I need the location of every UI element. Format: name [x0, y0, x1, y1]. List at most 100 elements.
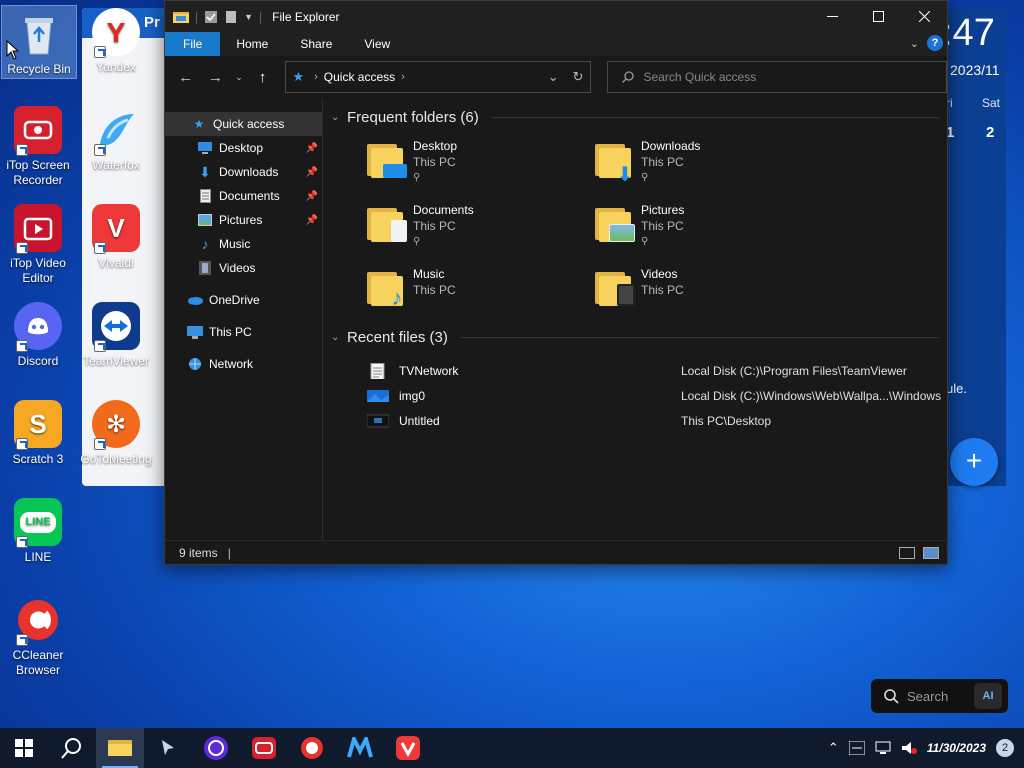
taskbar-cursor-app[interactable] [144, 728, 192, 768]
breadcrumb-quick-access[interactable]: Quick access [324, 70, 395, 84]
recent-files-header[interactable]: ⌄ Recent files (3) [331, 326, 947, 348]
close-button[interactable] [901, 1, 947, 32]
desktop-icon-ccleaner-browser[interactable]: CCleaner Browser [1, 596, 75, 678]
sidebar-item-documents[interactable]: Documents 📌 [165, 184, 322, 208]
frequent-folders-header[interactable]: ⌄ Frequent folders (6) [331, 106, 947, 128]
tab-view[interactable]: View [348, 32, 406, 56]
desktop-folder-icon [367, 140, 407, 180]
details-view-icon[interactable] [899, 546, 915, 559]
desktop-icon-label: Waterfox [92, 158, 140, 172]
taskbar-itop-app[interactable] [192, 728, 240, 768]
collapse-chevron-icon[interactable]: ⌄ [331, 112, 339, 123]
folder-tile-pictures[interactable]: Pictures This PC ⚲ [595, 202, 823, 250]
music-note-icon: ♪ [201, 236, 209, 252]
taskbar-screen-recorder[interactable] [240, 728, 288, 768]
list-item[interactable]: TVNetwork Local Disk (C:)\Program Files\… [367, 358, 947, 383]
text-file-icon [370, 362, 385, 379]
volume-muted-icon[interactable] [901, 741, 917, 755]
refresh-icon[interactable]: ↻ [573, 69, 584, 85]
address-history-chevron-icon[interactable]: ⌄ [548, 69, 559, 85]
expand-ribbon-chevron-icon[interactable]: ⌄ [910, 37, 919, 50]
desktop-icon-label: Recycle Bin [7, 62, 71, 76]
sidebar-item-onedrive[interactable]: OneDrive [165, 288, 322, 312]
folder-tile-downloads[interactable]: ⬇ Downloads This PC ⚲ [595, 138, 823, 186]
desktop-search-box[interactable]: Search AI [871, 679, 1008, 713]
add-event-button[interactable]: + [950, 438, 998, 486]
taskbar-waterfox[interactable] [336, 728, 384, 768]
desktop-search-placeholder: Search [907, 688, 949, 704]
taskbar-vivaldi[interactable] [384, 728, 432, 768]
show-hidden-icons-chevron-icon[interactable]: ⌃ [828, 740, 839, 756]
help-icon[interactable]: ? [927, 35, 943, 51]
sidebar-item-this-pc[interactable]: This PC [165, 320, 322, 344]
document-icon [197, 189, 213, 203]
customize-toolbar-chevron-icon[interactable]: ▼ [244, 12, 253, 22]
back-arrow-icon[interactable]: ← [173, 69, 199, 86]
notification-badge[interactable]: 2 [996, 739, 1014, 757]
folder-tile-videos[interactable]: Videos This PC [595, 266, 823, 314]
pin-icon: 📌 [305, 166, 318, 178]
desktop-icon-waterfox[interactable]: Waterfox [79, 106, 153, 173]
teamviewer-tray-icon[interactable] [848, 741, 865, 755]
desktop-icon-line[interactable]: LINE LINE [1, 498, 75, 565]
sidebar-item-network[interactable]: Network [165, 352, 322, 376]
start-button[interactable] [0, 728, 48, 768]
search-box[interactable] [606, 61, 947, 93]
taskbar-date[interactable]: 11/30/2023 [927, 741, 986, 755]
desktop-icon-teamviewer[interactable]: TeamViewer [79, 302, 153, 369]
minimize-button[interactable] [809, 1, 855, 32]
folder-tile-documents[interactable]: Documents This PC ⚲ [367, 202, 595, 250]
sidebar-item-downloads[interactable]: ⬇ Downloads 📌 [165, 160, 322, 184]
recent-locations-chevron-icon[interactable]: ⌄ [232, 72, 246, 83]
up-arrow-icon[interactable]: ↑ [250, 69, 276, 86]
desktop-icon-discord[interactable]: Discord [1, 302, 75, 369]
desktop-icon-yandex[interactable]: Y Yandex [79, 8, 153, 75]
screen-recorder-icon [14, 106, 62, 156]
properties-icon[interactable] [204, 10, 218, 24]
folder-tile-music[interactable]: ♪ Music This PC [367, 266, 595, 314]
desktop-icon-vivaldi[interactable]: V Vivaldi [79, 204, 153, 271]
network-status-icon[interactable] [875, 741, 891, 755]
sidebar-item-quick-access[interactable]: ★ Quick access [165, 112, 322, 136]
list-item[interactable]: Untitled This PC\Desktop [367, 408, 947, 433]
maximize-button[interactable] [855, 1, 901, 32]
taskbar-file-explorer[interactable] [96, 728, 144, 768]
desktop-icon-scratch[interactable]: S Scratch 3 [1, 400, 75, 467]
taskbar-search-button[interactable] [48, 728, 96, 768]
desktop-icon-gotomeeting[interactable]: ✻ GoToMeeting [79, 400, 153, 467]
tab-share[interactable]: Share [284, 32, 348, 56]
search-input[interactable] [643, 70, 924, 84]
ai-assistant-icon[interactable]: AI [974, 683, 1002, 709]
title-bar[interactable]: | ▼ | File Explorer [165, 1, 947, 32]
star-icon: ★ [193, 117, 205, 131]
desktop-icon-itop-video-editor[interactable]: iTop Video Editor [1, 204, 75, 286]
taskbar-ccleaner[interactable] [288, 728, 336, 768]
new-folder-icon[interactable] [224, 10, 238, 24]
collapse-chevron-icon[interactable]: ⌄ [331, 332, 339, 343]
tab-home[interactable]: Home [220, 32, 284, 56]
folder-location: This PC [641, 219, 684, 233]
forward-arrow-icon[interactable]: → [203, 69, 229, 86]
file-explorer-window: | ▼ | File Explorer File Home Share View… [164, 0, 948, 565]
folder-tile-desktop[interactable]: Desktop This PC ⚲ [367, 138, 595, 186]
documents-folder-icon [367, 204, 407, 244]
sidebar-item-videos[interactable]: Videos [165, 256, 322, 280]
desktop-folder-icon [197, 141, 213, 155]
background-note: ule. [946, 381, 967, 396]
screen-recorder-icon [252, 737, 276, 759]
desktop-icon-itop-screen-recorder[interactable]: iTop Screen Recorder [1, 106, 75, 188]
breadcrumb-separator-icon[interactable]: › [401, 71, 405, 83]
address-bar[interactable]: ★ › Quick access › ⌄ ↻ [285, 61, 591, 93]
file-name: Untitled [399, 413, 440, 428]
vivaldi-icon: V [92, 204, 140, 254]
list-item[interactable]: img0 Local Disk (C:)\Windows\Web\Wallpa.… [367, 383, 947, 408]
sidebar-item-music[interactable]: ♪ Music [165, 232, 322, 256]
day-number-2[interactable]: 2 [986, 124, 994, 141]
tab-file[interactable]: File [165, 32, 221, 56]
sidebar-item-desktop[interactable]: Desktop 📌 [165, 136, 322, 160]
large-icons-view-icon[interactable] [923, 546, 939, 559]
breadcrumb-separator-icon[interactable]: › [314, 71, 318, 83]
content-pane: ⌄ Frequent folders (6) Desktop This PC ⚲ ⬇… [323, 98, 947, 540]
sidebar-item-pictures[interactable]: Pictures 📌 [165, 208, 322, 232]
network-icon [187, 357, 203, 371]
